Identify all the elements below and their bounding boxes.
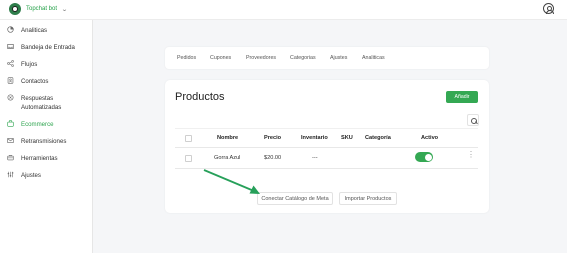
sidebar-item-label: Retransmisiones: [21, 138, 67, 145]
row-menu-icon[interactable]: ⋮: [467, 151, 475, 159]
broadcast-icon: [7, 138, 14, 143]
sidebar-item-label: Bandeja de Entrada: [21, 44, 75, 51]
ecommerce-tabs: Pedidos Cupones Proveedores Categorias A…: [165, 47, 489, 69]
sidebar-item-label: Flujos: [21, 61, 38, 68]
sidebar-item-label: Contactos: [21, 78, 49, 85]
column-header-activo[interactable]: Activo: [421, 135, 438, 141]
user-account-icon[interactable]: [543, 3, 554, 14]
sidebar-item-herramientas[interactable]: Herramientas: [7, 154, 58, 163]
search-icon[interactable]: [467, 114, 479, 126]
tab-ajustes[interactable]: Ajustes: [330, 55, 347, 61]
tab-cupones[interactable]: Cupones: [210, 55, 231, 61]
sidebar-item-contactos[interactable]: Contactos: [7, 77, 48, 86]
sidebar-item-analiticas[interactable]: Analiticas: [7, 26, 47, 35]
tab-categorias[interactable]: Categorias: [290, 55, 316, 61]
product-inventory: ---: [312, 155, 318, 161]
column-header-sku[interactable]: SKU: [341, 135, 353, 141]
row-checkbox[interactable]: [185, 155, 192, 162]
flows-icon: [7, 60, 14, 67]
table-header: Nombre Precio Inventario SKU Categoría A…: [175, 128, 478, 148]
tab-pedidos[interactable]: Pedidos: [177, 55, 196, 61]
tab-analiticas[interactable]: Analiticas: [362, 55, 385, 61]
table-row[interactable]: Gorra Azul $20.00 --- ⋮: [175, 148, 478, 169]
product-name: Gorra Azul: [214, 155, 241, 161]
tools-icon: [7, 154, 14, 161]
settings-icon: [7, 171, 14, 178]
workspace-selector[interactable]: Topchat bot ⌄: [9, 3, 68, 15]
contacts-icon: [7, 77, 14, 84]
tab-proveedores[interactable]: Proveedores: [246, 55, 276, 61]
sidebar-item-respuestas[interactable]: Respuestas Automatizadas: [7, 94, 81, 112]
top-bar: Topchat bot ⌄: [0, 0, 567, 20]
sidebar-item-bandeja[interactable]: Bandeja de Entrada: [7, 43, 75, 52]
active-toggle[interactable]: [415, 152, 433, 162]
column-header-nombre[interactable]: Nombre: [217, 135, 238, 141]
add-product-button[interactable]: Añadir: [446, 91, 478, 103]
analytics-icon: [7, 26, 14, 33]
sidebar-item-label: Ecommerce: [21, 121, 54, 128]
import-products-button[interactable]: Importar Productos: [339, 192, 397, 205]
sidebar-item-label: Herramientas: [21, 155, 58, 162]
sidebar-item-label: Analiticas: [21, 27, 48, 34]
sidebar-item-label: Ajustes: [21, 172, 41, 179]
page-title: Productos: [175, 91, 225, 103]
chevron-down-icon: ⌄: [61, 6, 68, 13]
sidebar-item-ajustes[interactable]: Ajustes: [7, 171, 41, 180]
column-header-categoria[interactable]: Categoría: [365, 135, 391, 141]
inbox-icon: [7, 44, 14, 49]
auto-reply-icon: [7, 94, 14, 101]
column-header-inventario[interactable]: Inventario: [301, 135, 328, 141]
sidebar-item-flujos[interactable]: Flujos: [7, 60, 37, 69]
select-all-checkbox[interactable]: [185, 135, 192, 142]
sidebar: Analiticas Bandeja de Entrada Flujos Con…: [0, 20, 93, 253]
brand-logo-icon: [9, 3, 21, 15]
workspace-name: Topchat bot: [26, 6, 58, 12]
ecommerce-icon: [7, 120, 14, 127]
column-header-precio[interactable]: Precio: [264, 135, 281, 141]
connect-meta-catalog-button[interactable]: Conectar Catálogo de Meta: [257, 192, 333, 205]
sidebar-item-retransmisiones[interactable]: Retransmisiones: [7, 137, 66, 146]
sidebar-item-ecommerce[interactable]: Ecommerce: [7, 120, 54, 129]
sidebar-item-label: Respuestas Automatizadas: [21, 95, 62, 111]
annotation-arrow: [203, 169, 260, 194]
product-price: $20.00: [264, 155, 282, 161]
